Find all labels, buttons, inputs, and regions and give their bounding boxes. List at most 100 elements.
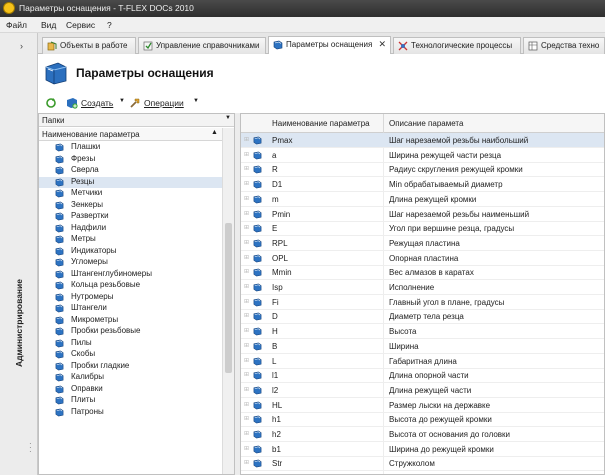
folders-column-header[interactable]: Наименование параметра ▲ <box>39 128 222 141</box>
folder-item[interactable]: Нутромеры <box>39 292 222 303</box>
row-handle-icon[interactable]: ⊞ <box>244 415 249 422</box>
row-handle-icon[interactable]: ⊞ <box>244 327 249 334</box>
table-row[interactable]: ⊞ H Высота <box>241 324 604 340</box>
folder-item[interactable]: Кольца резьбовые <box>39 280 222 291</box>
folder-item[interactable]: Пробки резьбовые <box>39 326 222 337</box>
table-row[interactable]: ⊞ Pmax Шаг нарезаемой резьбы наибольший <box>241 133 604 148</box>
row-handle-icon[interactable]: ⊞ <box>244 430 249 437</box>
table-row[interactable]: ⊞ R Радиус скругления режущей кромки <box>241 162 604 178</box>
folders-scrollbar[interactable] <box>222 128 234 474</box>
table-row[interactable]: ⊞ l2 Длина режущей части <box>241 383 604 398</box>
row-handle-icon[interactable]: ⊞ <box>244 210 249 217</box>
row-handle-icon[interactable]: ⊞ <box>244 298 249 305</box>
column-header-name[interactable]: Наименование параметра <box>272 119 370 128</box>
operations-button[interactable]: Операции ▼ <box>129 97 201 110</box>
tab-tech-tools[interactable]: Средства техно <box>523 37 605 54</box>
row-handle-icon[interactable]: ⊞ <box>244 283 249 290</box>
table-row[interactable]: ⊞VintВинт <box>241 471 604 474</box>
folder-item[interactable]: Фрезы <box>39 154 222 165</box>
table-row[interactable]: ⊞ b1 Ширина до режущей кромки <box>241 442 604 457</box>
row-handle-icon[interactable]: ⊞ <box>244 180 249 187</box>
row-handle-icon[interactable]: ⊞ <box>244 254 249 261</box>
row-handle-icon[interactable]: ⊞ <box>244 459 249 466</box>
folder-item[interactable]: Штангенглубиномеры <box>39 269 222 280</box>
close-tab-icon[interactable]: ✕ <box>378 39 386 50</box>
folder-item[interactable]: Зенкеры <box>39 200 222 211</box>
tab-reference-management[interactable]: Управление справочниками <box>138 37 266 54</box>
table-row[interactable]: ⊞ B Ширина <box>241 339 604 354</box>
table-row[interactable]: ⊞ Mmin Вес алмазов в каратах <box>241 265 604 281</box>
row-handle-icon[interactable]: ⊞ <box>244 357 249 364</box>
parameter-book-icon <box>253 445 262 454</box>
table-row[interactable]: ⊞ Fi Главный угол в плане, градусы <box>241 295 604 310</box>
administration-label[interactable]: Администрирование <box>14 278 24 368</box>
table-row[interactable]: ⊞ h2 Высота от основания до головки <box>241 427 604 442</box>
folder-item[interactable]: Метчики <box>39 188 222 199</box>
refresh-button[interactable] <box>45 97 59 110</box>
table-row[interactable]: ⊞ Str Стружколом <box>241 456 604 472</box>
folder-item[interactable]: Развертки <box>39 211 222 222</box>
row-handle-icon[interactable]: ⊞ <box>244 151 249 158</box>
row-handle-icon[interactable]: ⊞ <box>244 195 249 202</box>
table-row[interactable]: ⊞ Isp Исполнение <box>241 280 604 295</box>
row-handle-icon[interactable]: ⊞ <box>244 445 249 452</box>
row-handle-icon[interactable]: ⊞ <box>244 268 249 275</box>
folder-item[interactable]: Резцы <box>39 176 222 188</box>
folder-item[interactable]: Плиты <box>39 395 222 406</box>
folder-item[interactable]: Оправки <box>39 384 222 395</box>
tab-tech-processes[interactable]: Технологические процессы <box>393 37 521 54</box>
table-row[interactable]: ⊞ Pmin Шаг нарезаемой резьбы наименьший <box>241 207 604 222</box>
row-handle-icon[interactable]: ⊞ <box>244 401 249 408</box>
tab-label: Средства техно <box>541 41 600 50</box>
folder-item[interactable]: Патроны <box>39 407 222 418</box>
menu-service[interactable]: Сервис <box>66 20 95 30</box>
expand-chevron-icon[interactable]: › <box>20 41 23 51</box>
table-row[interactable]: ⊞ OPL Опорная пластина <box>241 251 604 266</box>
folder-book-icon <box>55 143 64 152</box>
table-row[interactable]: ⊞ E Угол при вершине резца, градусы <box>241 221 604 237</box>
table-row[interactable]: ⊞ m Длина режущей кромки <box>241 192 604 207</box>
column-header-description[interactable]: Описание парамета <box>389 119 463 128</box>
folder-item[interactable]: Индикаторы <box>39 246 222 257</box>
table-row[interactable]: ⊞ D Диаметр тела резца <box>241 309 604 325</box>
folder-item[interactable]: Угломеры <box>39 257 222 268</box>
dropdown-arrow-icon[interactable]: ▼ <box>225 115 231 121</box>
folder-item[interactable]: Штангели <box>39 303 222 314</box>
row-handle-icon[interactable]: ⊞ <box>244 165 249 172</box>
table-row[interactable]: ⊞ D1 Min обрабатываемый диаметр <box>241 177 604 193</box>
tab-objects-in-work[interactable]: Объекты в работе <box>42 37 136 54</box>
row-handle-icon[interactable]: ⊞ <box>244 136 249 143</box>
table-row[interactable]: ⊞ a Ширина режущей части резца <box>241 148 604 163</box>
scrollbar-thumb[interactable] <box>225 223 232 373</box>
folder-item[interactable]: Микрометры <box>39 315 222 326</box>
folders-selector[interactable]: Папки ▼ <box>39 114 234 127</box>
menu-help[interactable]: ? <box>107 20 112 30</box>
table-row[interactable]: ⊞ l1 Длина опорной части <box>241 368 604 384</box>
parameter-book-icon <box>253 283 262 292</box>
table-row[interactable]: ⊞ L Габаритная длина <box>241 354 604 369</box>
grip-icon[interactable]: · · · <box>29 440 32 456</box>
folder-item[interactable]: Метры <box>39 234 222 245</box>
folder-item[interactable]: Надфили <box>39 223 222 234</box>
table-row[interactable]: ⊞ HL Размер лыски на державке <box>241 398 604 413</box>
folder-item[interactable]: Калибры <box>39 372 222 383</box>
row-handle-icon[interactable]: ⊞ <box>244 312 249 319</box>
row-handle-icon[interactable]: ⊞ <box>244 224 249 231</box>
scroll-up-icon[interactable]: ▲ <box>211 129 218 136</box>
folder-item[interactable]: Скобы <box>39 349 222 360</box>
row-handle-icon[interactable]: ⊞ <box>244 342 249 349</box>
folder-item[interactable]: Пробки гладкие <box>39 361 222 372</box>
row-handle-icon[interactable]: ⊞ <box>244 371 249 378</box>
folder-item[interactable]: Сверла <box>39 165 222 176</box>
tab-equipment-params[interactable]: Параметры оснащения ✕ <box>268 36 391 54</box>
row-handle-icon[interactable]: ⊞ <box>244 239 249 246</box>
folder-item[interactable]: Плашки <box>39 142 222 153</box>
folder-item-label: Пробки гладкие <box>71 360 130 370</box>
menu-view[interactable]: Вид <box>41 20 56 30</box>
row-handle-icon[interactable]: ⊞ <box>244 386 249 393</box>
table-row[interactable]: ⊞ h1 Высота до режущей кромки <box>241 412 604 428</box>
table-row[interactable]: ⊞ RPL Режущая пластина <box>241 236 604 251</box>
create-button[interactable]: Создать ▼ <box>66 97 126 110</box>
menu-file[interactable]: Файл <box>6 20 27 30</box>
folder-item[interactable]: Пилы <box>39 338 222 349</box>
